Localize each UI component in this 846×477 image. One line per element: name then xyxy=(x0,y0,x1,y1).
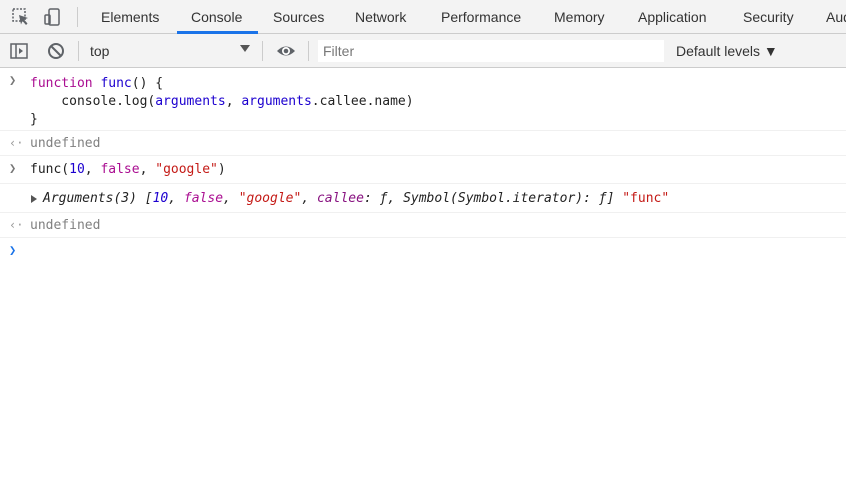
code-text: , xyxy=(139,162,156,177)
console-messages: ❯ function func() { console.log(argument… xyxy=(0,69,846,264)
code-arguments: arguments xyxy=(241,94,312,109)
expand-triangle-icon[interactable] xyxy=(31,195,37,203)
prompt-chevron-icon: ❯ xyxy=(9,73,17,87)
chevron-down-icon[interactable] xyxy=(240,45,250,52)
code-boolean: false xyxy=(183,191,224,206)
console-input-entry: ❯ function func() { console.log(argument… xyxy=(0,69,846,131)
live-expression-eye-icon[interactable] xyxy=(276,41,296,61)
tab-elements[interactable]: Elements xyxy=(101,0,159,34)
code-text: .callee.name) xyxy=(311,94,414,109)
symbol-key: Symbol(Symbol.iterator) xyxy=(403,191,584,206)
result-value: undefined xyxy=(30,218,101,233)
result-arrow-icon: ‹· xyxy=(9,218,24,232)
function-name: func xyxy=(100,76,132,91)
object-label: Arguments(3) [ xyxy=(43,191,153,206)
code-text: console.log( xyxy=(30,94,156,109)
code-text: func( xyxy=(30,162,70,177)
tab-security[interactable]: Security xyxy=(743,0,794,34)
console-prompt[interactable]: ❯ xyxy=(0,238,846,264)
code-string: "func" xyxy=(614,191,670,206)
device-toolbar-icon[interactable] xyxy=(43,7,63,27)
console-toolbar: top Default levels ▼ xyxy=(0,34,846,68)
clear-console-icon[interactable] xyxy=(46,41,66,61)
prompt-chevron-icon: ❯ xyxy=(9,161,17,175)
tabbar-divider xyxy=(77,7,78,27)
tab-memory[interactable]: Memory xyxy=(554,0,605,34)
sidebar-toggle-icon[interactable] xyxy=(9,41,29,61)
result-arrow-icon: ‹· xyxy=(9,136,24,150)
code-text: , xyxy=(223,191,239,206)
code-text: } xyxy=(30,112,38,127)
code-text: , xyxy=(301,191,317,206)
code-text: , xyxy=(225,94,242,109)
log-levels-dropdown[interactable]: Default levels ▼ xyxy=(676,34,778,68)
tab-console[interactable]: Console xyxy=(191,0,242,34)
inspect-element-icon[interactable] xyxy=(11,7,31,27)
toolbar-divider xyxy=(308,41,309,61)
console-result-entry: ‹· undefined xyxy=(0,131,846,156)
keyword: function xyxy=(30,76,93,91)
code-text: : ƒ] xyxy=(583,191,615,206)
code-number: 10 xyxy=(152,191,169,206)
arguments-object-preview[interactable]: Arguments(3) [10, false, "google", calle… xyxy=(43,191,669,206)
code-text: , xyxy=(168,191,184,206)
console-result-entry: ‹· undefined xyxy=(0,213,846,238)
code-number: 10 xyxy=(69,162,85,177)
execution-context-select[interactable]: top xyxy=(90,34,109,68)
console-input-code: func(10, false, "google") xyxy=(30,162,226,177)
code-text: , xyxy=(84,162,101,177)
toolbar-divider xyxy=(262,41,263,61)
result-value: undefined xyxy=(30,136,101,151)
code-string: "google" xyxy=(155,162,218,177)
tab-network[interactable]: Network xyxy=(355,0,406,34)
toolbar-divider xyxy=(78,41,79,61)
code-text: : ƒ, xyxy=(363,191,404,206)
code-boolean: false xyxy=(100,162,140,177)
console-log-entry[interactable]: Arguments(3) [10, false, "google", calle… xyxy=(0,184,846,213)
prompt-chevron-icon: ❯ xyxy=(9,243,17,257)
filter-input[interactable] xyxy=(318,40,664,62)
code-string: "google" xyxy=(238,191,302,206)
tab-sources[interactable]: Sources xyxy=(273,0,324,34)
devtools-tabbar: Elements Console Sources Network Perform… xyxy=(0,0,846,34)
tab-audits[interactable]: Aud xyxy=(826,0,846,34)
console-input-entry: ❯ func(10, false, "google") xyxy=(0,156,846,184)
code-arguments: arguments xyxy=(155,94,226,109)
code-text: ) xyxy=(217,162,226,177)
property-key: callee xyxy=(316,191,364,206)
console-input-code: function func() { console.log(arguments,… xyxy=(30,75,414,129)
tab-application[interactable]: Application xyxy=(638,0,707,34)
tab-performance[interactable]: Performance xyxy=(441,0,521,34)
code-text: () { xyxy=(131,76,164,91)
